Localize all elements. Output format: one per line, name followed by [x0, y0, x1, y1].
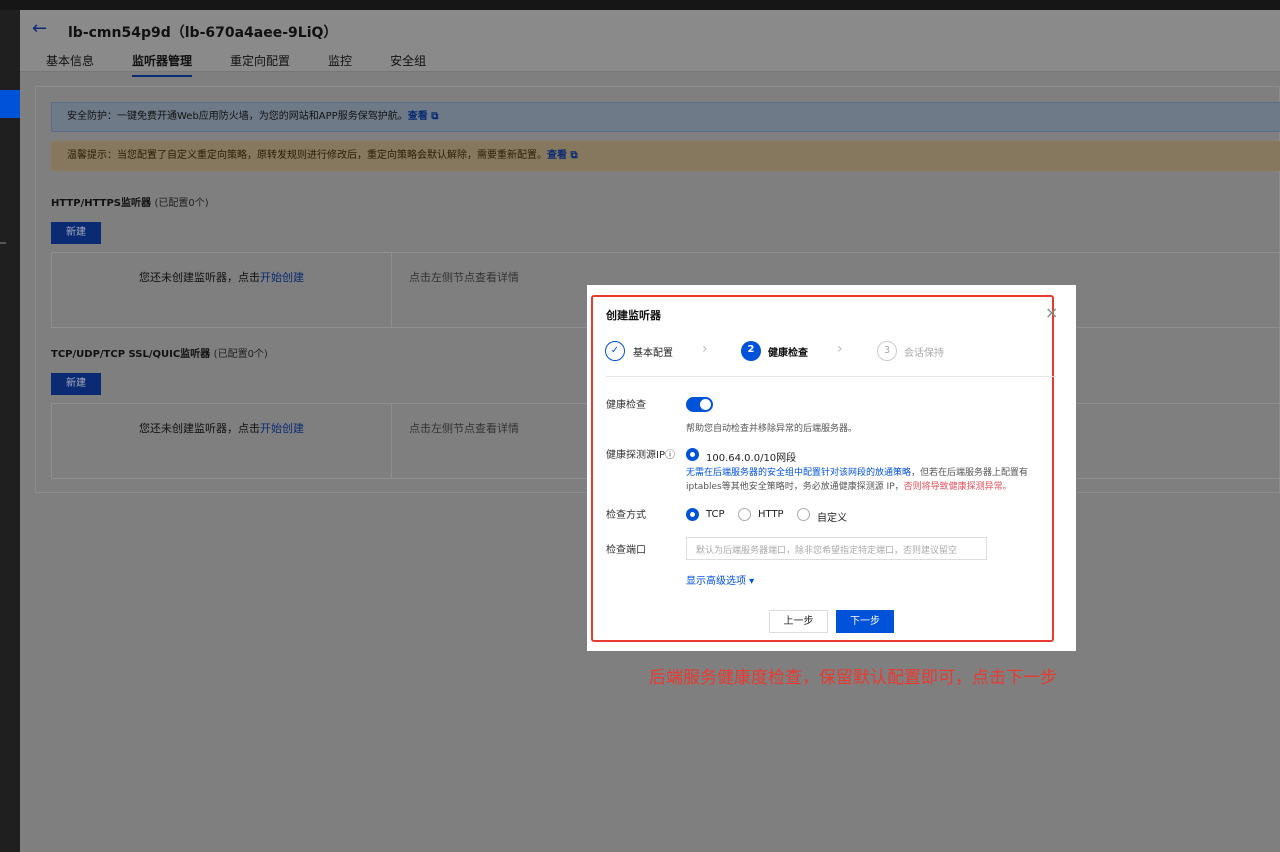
page-header: ← lb-cmn54p9d（lb-670a4aee-9LiQ） 基本信息 监听器…	[20, 10, 1280, 77]
create-listener-modal: 创建监听器 × ✓ 基本配置 › 2 健康检查 › 3 会话保持 健康检查 帮助…	[587, 285, 1076, 651]
check-method-label: 检查方式	[606, 510, 646, 521]
warning-notice-text: 温馨提示：当您配置了自定义重定向策略，原转发规则进行修改后，重定向策略会默认解除…	[67, 150, 547, 161]
http-section-title: HTTP/HTTPS监听器 (已配置0个)	[51, 198, 209, 209]
step-done-check-icon: ✓	[605, 341, 625, 361]
left-nav-divider	[0, 242, 6, 244]
source-ip-option: 100.64.0.0/10网段	[706, 453, 797, 464]
page-title: lb-cmn54p9d（lb-670a4aee-9LiQ）	[68, 25, 338, 41]
check-port-input[interactable]: 默认为后端服务器端口，除非您希望指定特定端口，否则建议留空	[686, 537, 987, 560]
show-advanced-options-link[interactable]: 显示高级选项 ▾	[686, 572, 754, 587]
tcp-start-create-link[interactable]: 开始创建	[260, 422, 304, 435]
http-detail-hint: 点击左侧节点查看详情	[409, 271, 519, 284]
tcp-new-button[interactable]: 新建	[51, 373, 101, 395]
source-ip-label: 健康探测源IPⓘ	[606, 450, 675, 461]
step-session-persist-label: 会话保持	[904, 348, 944, 359]
tab-bar: 基本信息 监听器管理 重定向配置 监控 安全组	[46, 52, 464, 77]
tab-listener-management[interactable]: 监听器管理	[132, 52, 193, 77]
external-link-icon: ⧉	[431, 111, 439, 122]
warning-notice-link[interactable]: 查看 ⧉	[547, 150, 578, 161]
prev-step-button[interactable]: 上一步	[769, 610, 828, 633]
external-link-icon: ⧉	[570, 150, 578, 161]
tcp-section-title: TCP/UDP/TCP SSL/QUIC监听器 (已配置0个)	[51, 349, 268, 360]
security-notice-link[interactable]: 查看 ⧉	[408, 111, 439, 122]
tcp-detail-hint: 点击左侧节点查看详情	[409, 422, 519, 435]
source-ip-radio[interactable]	[686, 448, 699, 461]
check-port-label: 检查端口	[606, 545, 646, 556]
back-arrow-icon[interactable]: ←	[32, 18, 47, 39]
close-icon[interactable]: ×	[1045, 303, 1058, 322]
warning-notice: 温馨提示：当您配置了自定义重定向策略，原转发规则进行修改后，重定向策略会默认解除…	[51, 141, 1280, 171]
modal-title: 创建监听器	[606, 309, 661, 322]
http-section-count: (已配置0个)	[154, 198, 209, 209]
tab-monitoring[interactable]: 监控	[328, 52, 352, 77]
left-nav-strip	[0, 10, 20, 852]
info-icon[interactable]: ⓘ	[665, 450, 675, 461]
method-tcp-label: TCP	[706, 509, 725, 520]
http-empty-state: 您还未创建监听器，点击开始创建	[52, 253, 392, 327]
security-notice-text: 安全防护：一键免费开通Web应用防火墙，为您的网站和APP服务保驾护航。	[67, 111, 408, 122]
source-ip-note: 无需在后端服务器的安全组中配置针对该网段的放通策略，但若在后端服务器上配置有 i…	[686, 468, 1029, 492]
http-new-button[interactable]: 新建	[51, 222, 101, 244]
health-check-toggle[interactable]	[686, 397, 713, 412]
method-custom-label: 自定义	[817, 513, 847, 524]
tab-basic-info[interactable]: 基本信息	[46, 52, 94, 77]
top-bar	[0, 0, 1280, 10]
step-2-indicator: 2	[741, 341, 761, 361]
security-notice: 安全防护：一键免费开通Web应用防火墙，为您的网站和APP服务保驾护航。查看 ⧉	[51, 102, 1280, 132]
method-http-label: HTTP	[758, 509, 784, 520]
toggle-knob	[700, 399, 711, 410]
step-3-indicator: 3	[877, 341, 897, 361]
tab-security-group[interactable]: 安全组	[390, 52, 426, 77]
tcp-section-count: (已配置0个)	[213, 349, 268, 360]
method-tcp-radio[interactable]	[686, 508, 699, 521]
step-divider	[606, 376, 1056, 377]
health-check-label: 健康检查	[606, 400, 646, 411]
tab-redirect-config[interactable]: 重定向配置	[230, 52, 290, 77]
chevron-right-icon: ›	[837, 341, 843, 357]
left-nav-active-item[interactable]	[0, 90, 20, 118]
method-http-radio[interactable]	[738, 508, 751, 521]
annotation-caption: 后端服务健康度检查，保留默认配置即可，点击下一步	[649, 668, 1057, 688]
next-step-button[interactable]: 下一步	[836, 610, 894, 633]
step-basic-config-label: 基本配置	[633, 348, 673, 359]
health-check-help: 帮助您自动检查并移除异常的后端服务器。	[686, 424, 858, 434]
tcp-empty-state: 您还未创建监听器，点击开始创建	[52, 404, 392, 478]
method-custom-radio[interactable]	[797, 508, 810, 521]
chevron-right-icon: ›	[702, 341, 708, 357]
http-start-create-link[interactable]: 开始创建	[260, 271, 304, 284]
step-health-check-label: 健康检查	[768, 348, 808, 359]
